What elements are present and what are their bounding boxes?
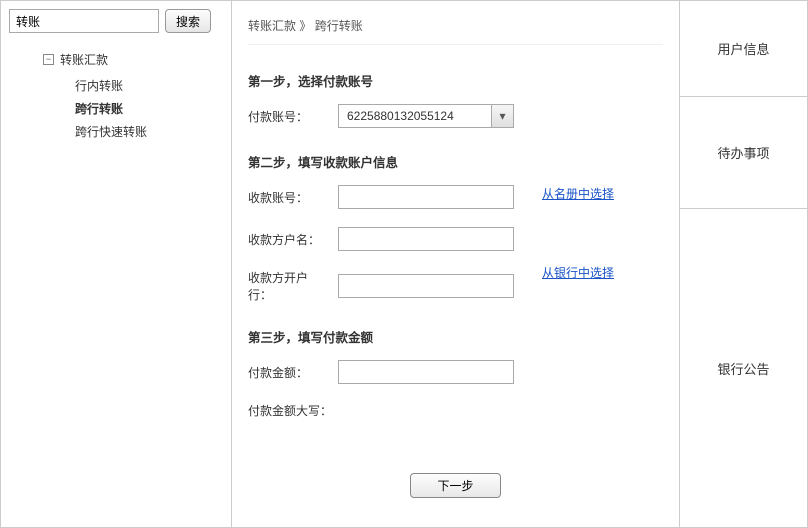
row-amount: 付款金额： bbox=[248, 360, 663, 384]
label-payer-account: 付款账号： bbox=[248, 108, 330, 125]
input-amount[interactable] bbox=[338, 360, 514, 384]
main-panel: 转账汇款 》 跨行转账 第一步，选择付款账号 付款账号： 62258801320… bbox=[232, 0, 680, 528]
step2-title: 第二步，填写收款账户信息 bbox=[248, 152, 663, 171]
sidebar: 搜索 − 转账汇款 行内转账 跨行转账 跨行快速转账 bbox=[0, 0, 232, 528]
tree-root-label: 转账汇款 bbox=[60, 51, 108, 68]
label-payee-account: 收款账号： bbox=[248, 189, 330, 206]
right-panel: 用户信息 待办事项 银行公告 bbox=[680, 0, 808, 528]
breadcrumb: 转账汇款 》 跨行转账 bbox=[248, 11, 663, 45]
row-payee-account: 收款账号： bbox=[248, 185, 514, 209]
row-payer-account: 付款账号： 6225880132055124 ▾ bbox=[248, 104, 663, 128]
search-row: 搜索 bbox=[9, 9, 223, 33]
input-payee-bank[interactable] bbox=[338, 274, 514, 298]
tree-toggle-icon[interactable]: − bbox=[43, 54, 54, 65]
sidebar-item-intrabank[interactable]: 行内转账 bbox=[75, 74, 223, 97]
right-user-info[interactable]: 用户信息 bbox=[680, 1, 807, 97]
next-button[interactable]: 下一步 bbox=[410, 473, 500, 498]
input-payee-name[interactable] bbox=[338, 227, 514, 251]
tree-root-transfer[interactable]: − 转账汇款 bbox=[43, 51, 223, 68]
step3-title: 第三步，填写付款金额 bbox=[248, 327, 663, 346]
row-amount-cn: 付款金额大写： bbox=[248, 402, 663, 419]
row-payee-name: 收款方户名： bbox=[248, 227, 514, 251]
input-payee-account[interactable] bbox=[338, 185, 514, 209]
right-todo[interactable]: 待办事项 bbox=[680, 97, 807, 209]
right-notice[interactable]: 银行公告 bbox=[680, 209, 807, 527]
form-footer: 下一步 bbox=[248, 473, 663, 498]
select-payer-account-value: 6225880132055124 bbox=[339, 109, 491, 123]
row-payee-bank: 收款方开户行： bbox=[248, 269, 514, 303]
sidebar-item-fast-interbank[interactable]: 跨行快速转账 bbox=[75, 120, 223, 143]
breadcrumb-parent[interactable]: 转账汇款 bbox=[248, 19, 296, 33]
nav-tree: − 转账汇款 行内转账 跨行转账 跨行快速转账 bbox=[9, 51, 223, 143]
breadcrumb-sep-icon: 》 bbox=[299, 19, 311, 33]
search-button[interactable]: 搜索 bbox=[165, 9, 211, 33]
link-from-bank[interactable]: 从银行中选择 bbox=[542, 264, 614, 281]
link-from-roster[interactable]: 从名册中选择 bbox=[542, 185, 614, 202]
breadcrumb-current: 跨行转账 bbox=[315, 19, 363, 33]
sidebar-item-interbank[interactable]: 跨行转账 bbox=[75, 97, 223, 120]
chevron-down-icon[interactable]: ▾ bbox=[491, 105, 513, 127]
label-payee-name: 收款方户名： bbox=[248, 231, 330, 248]
search-input[interactable] bbox=[9, 9, 159, 33]
label-amount: 付款金额： bbox=[248, 364, 330, 381]
label-payee-bank: 收款方开户行： bbox=[248, 269, 330, 303]
select-payer-account[interactable]: 6225880132055124 ▾ bbox=[338, 104, 514, 128]
tree-children: 行内转账 跨行转账 跨行快速转账 bbox=[43, 74, 223, 143]
step1-title: 第一步，选择付款账号 bbox=[248, 71, 663, 90]
label-amount-cn: 付款金额大写： bbox=[248, 402, 332, 419]
